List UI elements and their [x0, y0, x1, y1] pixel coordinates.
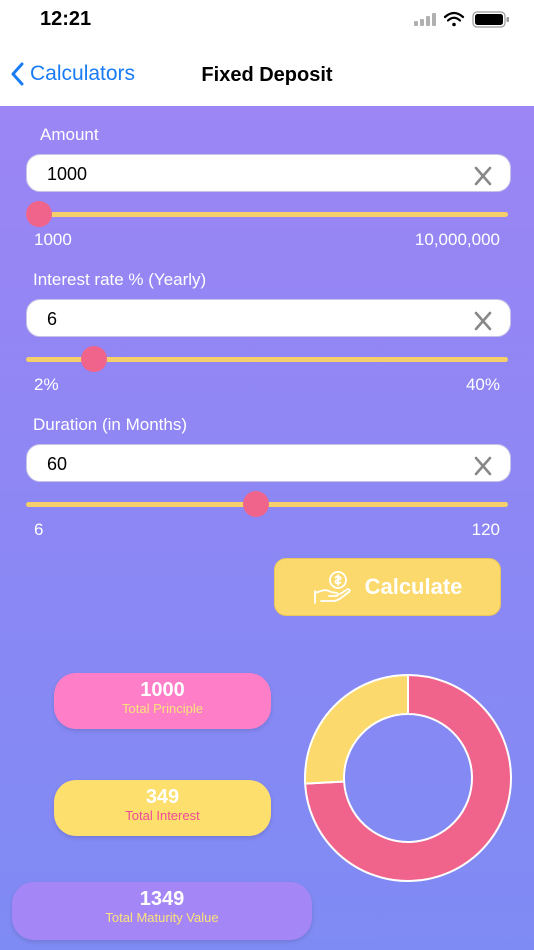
close-icon[interactable]: [472, 163, 494, 187]
duration-input[interactable]: [45, 445, 449, 483]
status-icons: [414, 10, 512, 35]
total-interest-value: 349: [145, 786, 180, 808]
duration-slider[interactable]: [26, 491, 508, 517]
navigation-bar: Fixed Deposit Calculators: [0, 44, 534, 106]
interest-field: [26, 299, 511, 338]
duration-label: Duration (in Months): [33, 415, 188, 434]
status-time: 12:21: [40, 8, 92, 30]
interest-min-label: 2%: [34, 375, 59, 394]
interest-slider[interactable]: [26, 346, 508, 372]
amount-field: [26, 154, 511, 193]
donut-chart: [304, 673, 512, 882]
amount-slider[interactable]: [26, 201, 508, 227]
money-hand-icon: [313, 571, 351, 604]
chevron-left-icon: [11, 62, 24, 86]
amount-input[interactable]: [45, 155, 449, 193]
close-icon[interactable]: [472, 308, 494, 332]
donut-slice-total-interest: [304, 673, 409, 785]
total-interest-caption: Total Interest: [125, 808, 200, 823]
duration-max-label: 120: [471, 520, 500, 539]
interest-input[interactable]: [45, 300, 449, 338]
wifi-icon: [443, 11, 465, 27]
total-maturity-card: 1349 Total Maturity Value: [12, 882, 312, 940]
status-bar: 12:21: [0, 0, 534, 44]
cellular-signal-icon: [414, 13, 436, 26]
duration-min-label: 6: [34, 520, 44, 539]
amount-label: Amount: [40, 125, 99, 144]
battery-icon: [472, 11, 509, 28]
total-interest-card: 349 Total Interest: [54, 780, 271, 836]
calculate-button[interactable]: Calculate: [274, 558, 501, 616]
interest-label: Interest rate % (Yearly): [33, 270, 207, 289]
total-maturity-caption: Total Maturity Value: [105, 910, 219, 925]
total-principle-caption: Total Principle: [122, 701, 203, 716]
interest-slider-thumb[interactable]: [80, 346, 107, 372]
calculate-button-label: Calculate: [364, 574, 463, 599]
close-icon[interactable]: [472, 453, 494, 477]
duration-slider-thumb[interactable]: [242, 491, 269, 517]
amount-min-label: 1000: [34, 230, 72, 249]
back-button[interactable]: Calculators: [10, 62, 135, 86]
interest-max-label: 40%: [465, 375, 500, 394]
amount-slider-thumb[interactable]: [26, 201, 52, 227]
calculator-form: Amount 1000 10,000,000 Interest rate % (…: [0, 106, 534, 950]
total-principle-value: 1000: [140, 679, 185, 701]
back-button-label: Calculators: [30, 62, 136, 85]
amount-max-label: 10,000,000: [414, 230, 500, 249]
total-principle-card: 1000 Total Principle: [54, 673, 271, 729]
total-maturity-value: 1349: [139, 888, 185, 910]
duration-field: [26, 444, 511, 483]
